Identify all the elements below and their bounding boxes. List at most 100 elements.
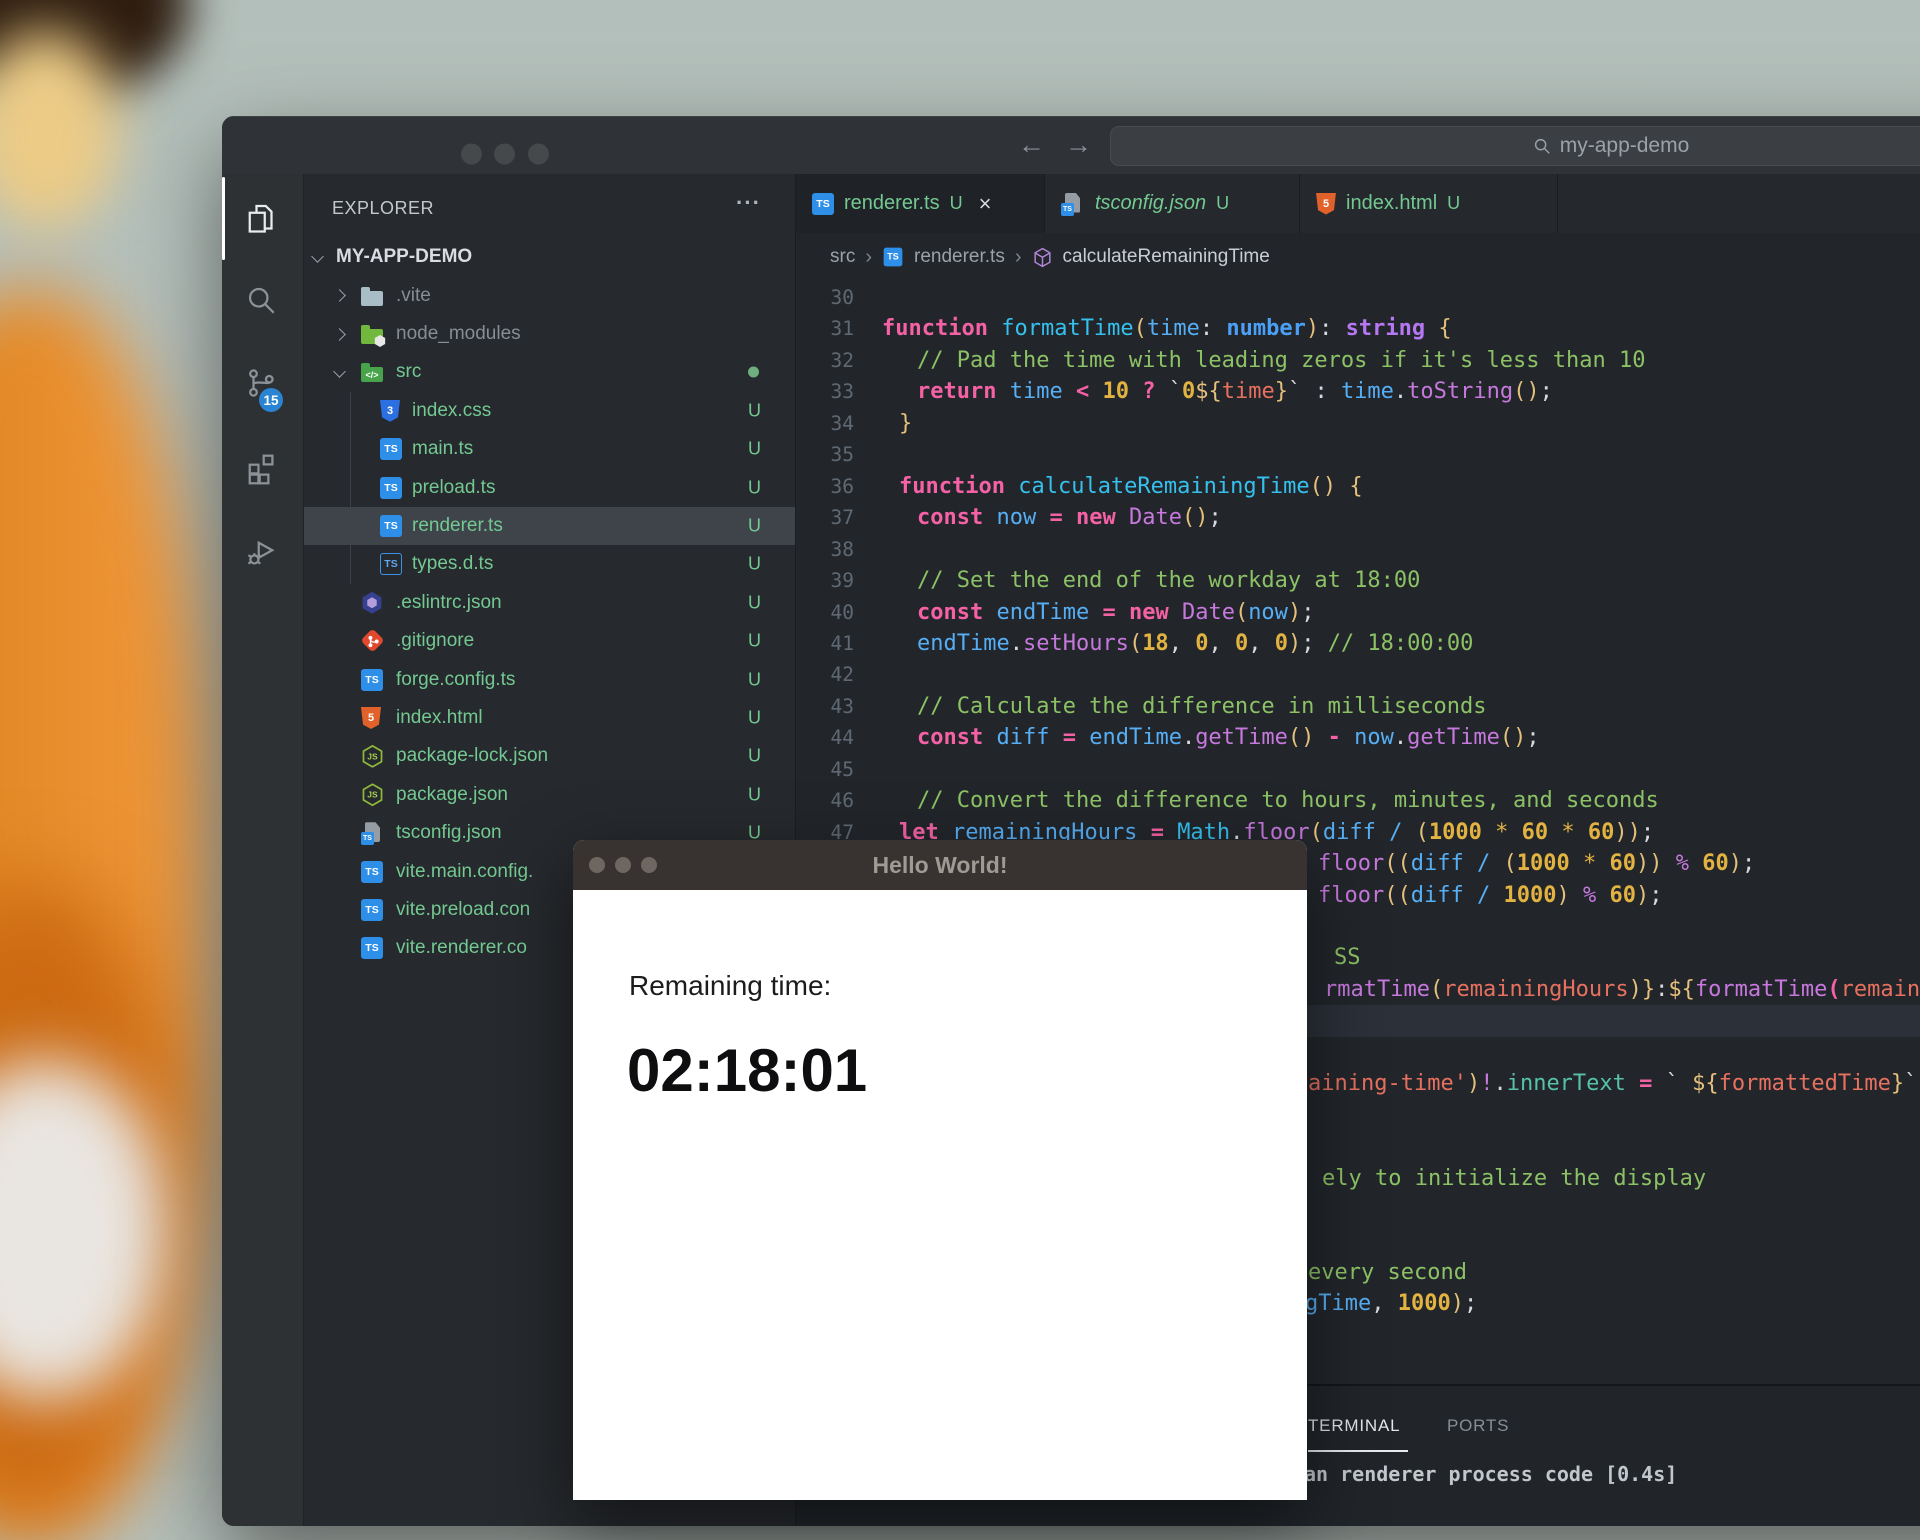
npm-icon-wrap: JS xyxy=(361,745,384,768)
activity-search-icon[interactable] xyxy=(243,282,281,320)
command-center-search[interactable]: my-app-demo xyxy=(1110,126,1920,166)
code-line-partial: floor((diff / 1000) % 60); xyxy=(1318,880,1662,911)
folder-src-icon-wrap: </> xyxy=(361,362,383,382)
code-line-44: const diff = endTime.getTime() - now.get… xyxy=(917,722,1540,753)
line-number: 39 xyxy=(802,565,854,596)
line-number: 43 xyxy=(802,691,854,722)
minimize-window-button[interactable] xyxy=(494,143,515,164)
tab-dirty-badge: U xyxy=(950,193,963,214)
tree-item-label: .eslintrc.json xyxy=(396,592,502,614)
line-number: 32 xyxy=(802,345,854,376)
terminal-tab-terminal[interactable]: TERMINAL xyxy=(1308,1416,1400,1436)
active-view-indicator xyxy=(222,177,225,260)
activity-extensions-icon[interactable] xyxy=(243,450,281,488)
breadcrumb-item[interactable]: calculateRemainingTime xyxy=(1063,246,1270,268)
npm-icon: JS xyxy=(361,745,384,768)
titlebar: ← → my-app-demo xyxy=(222,116,1920,174)
ts-icon-wrap: TS xyxy=(380,438,402,460)
tree-item-src[interactable]: </> src xyxy=(304,353,795,391)
breadcrumb-item[interactable]: src xyxy=(830,246,855,268)
line-number: 42 xyxy=(802,659,854,690)
tab-index-html[interactable]: 5index.htmlU xyxy=(1300,174,1558,233)
chevron-right-icon[interactable] xyxy=(333,328,346,341)
ts-icon-wrap: TS xyxy=(361,899,383,921)
tree-item-package-json[interactable]: JSpackage.jsonU xyxy=(304,776,795,814)
tab-tsconfig-json[interactable]: TStsconfig.jsonU xyxy=(1045,174,1300,233)
ts-icon-wrap: TS xyxy=(361,937,383,959)
line-number: 40 xyxy=(802,597,854,628)
more-actions-icon[interactable]: ··· xyxy=(736,190,761,216)
html-icon-wrap: 5 xyxy=(361,707,381,729)
activity-source-control-icon[interactable]: 15 xyxy=(243,365,281,403)
ts-icon-wrap: TS xyxy=(380,515,402,537)
css-icon-wrap: 3 xyxy=(380,400,400,422)
tree-item-my-app-demo[interactable]: MY-APP-DEMO xyxy=(304,238,795,276)
html-icon: 5 xyxy=(1316,193,1336,215)
ts-icon: TS xyxy=(361,861,383,883)
git-untracked-badge: U xyxy=(748,477,761,498)
ts-icon: TS xyxy=(361,937,383,959)
activity-run-debug-icon[interactable] xyxy=(243,533,281,571)
code-line-40: const endTime = new Date(now); xyxy=(917,597,1314,628)
chevron-right-icon[interactable] xyxy=(333,290,346,303)
tree-item-index-css[interactable]: 3index.cssU xyxy=(304,392,795,430)
code-line-partial: rmatTime(remainingHours)}:${formatTime(r… xyxy=(1324,974,1920,1005)
code-line-31: function formatTime(time: number): strin… xyxy=(882,313,1452,344)
activity-explorer-icon[interactable] xyxy=(243,200,281,238)
tree-item-label: src xyxy=(396,361,421,383)
tree-item-label: vite.preload.con xyxy=(396,899,530,921)
line-number: 30 xyxy=(802,282,854,313)
tab-renderer-ts[interactable]: TSrenderer.tsU× xyxy=(796,174,1045,233)
tree-item-types-d-ts[interactable]: TStypes.d.tsU xyxy=(304,545,795,583)
tab-label: tsconfig.json xyxy=(1095,192,1206,215)
line-number: 34 xyxy=(802,408,854,439)
git-untracked-badge: U xyxy=(748,746,761,767)
close-window-button[interactable] xyxy=(461,143,482,164)
tree-item-forge-config-ts[interactable]: TSforge.config.tsU xyxy=(304,660,795,698)
breadcrumb[interactable]: src›TSrenderer.ts›calculateRemainingTime xyxy=(796,233,1920,281)
code-line-43: // Calculate the difference in milliseco… xyxy=(917,691,1487,722)
back-arrow-icon[interactable]: ← xyxy=(1018,130,1045,161)
breadcrumb-item[interactable]: renderer.ts xyxy=(914,246,1005,268)
search-text: my-app-demo xyxy=(1560,134,1690,158)
tree-item-main-ts[interactable]: TSmain.tsU xyxy=(304,430,795,468)
git-icon-wrap xyxy=(361,629,385,653)
git-modified-dot xyxy=(748,367,759,378)
tree-item-label: MY-APP-DEMO xyxy=(336,246,472,268)
tree-item-index-html[interactable]: 5index.htmlU xyxy=(304,699,795,737)
terminal-tab-ports[interactable]: PORTS xyxy=(1447,1416,1509,1436)
line-number: 41 xyxy=(802,628,854,659)
tree-item-package-lock-json[interactable]: JSpackage-lock.jsonU xyxy=(304,737,795,775)
maximize-window-button[interactable] xyxy=(528,143,549,164)
line-number: 33 xyxy=(802,376,854,407)
git-untracked-badge: U xyxy=(748,631,761,652)
tree-item-label: package.json xyxy=(396,784,508,806)
eslint-icon xyxy=(361,592,383,614)
activity-bar: 15 xyxy=(222,174,304,1526)
line-number: 38 xyxy=(802,534,854,565)
remaining-time-label: Remaining time: xyxy=(629,970,1307,1002)
git-untracked-badge: U xyxy=(748,400,761,421)
line-number: 35 xyxy=(802,439,854,470)
ts-icon: TS xyxy=(380,438,402,460)
ts-icon-wrap: TS xyxy=(882,246,904,268)
npm-icon-wrap: JS xyxy=(361,783,384,806)
popup-title: Hello World! xyxy=(573,840,1307,890)
tree-item--eslintrc-json[interactable]: .eslintrc.jsonU xyxy=(304,584,795,622)
close-tab-icon[interactable]: × xyxy=(979,191,992,217)
tree-item-renderer-ts[interactable]: TSrenderer.tsU xyxy=(304,507,795,545)
git-icon xyxy=(361,629,385,653)
chevron-down-icon[interactable] xyxy=(311,250,324,263)
tree-item--vite[interactable]: .vite xyxy=(304,276,795,314)
chevron-down-icon[interactable] xyxy=(333,365,346,378)
popup-content: Remaining time: 02:18:01 xyxy=(573,890,1307,1500)
tree-item-label: preload.ts xyxy=(412,477,495,499)
git-untracked-badge: U xyxy=(748,669,761,690)
code-line-partial: every second xyxy=(1308,1257,1467,1288)
tree-item--gitignore[interactable]: .gitignoreU xyxy=(304,622,795,660)
tree-item-preload-ts[interactable]: TSpreload.tsU xyxy=(304,468,795,506)
tree-item-node-modules[interactable]: node_modules xyxy=(304,315,795,353)
code-line-partial: ely to initialize the display xyxy=(1322,1163,1706,1194)
tab-dirty-badge: U xyxy=(1447,193,1460,214)
forward-arrow-icon[interactable]: → xyxy=(1065,130,1092,161)
